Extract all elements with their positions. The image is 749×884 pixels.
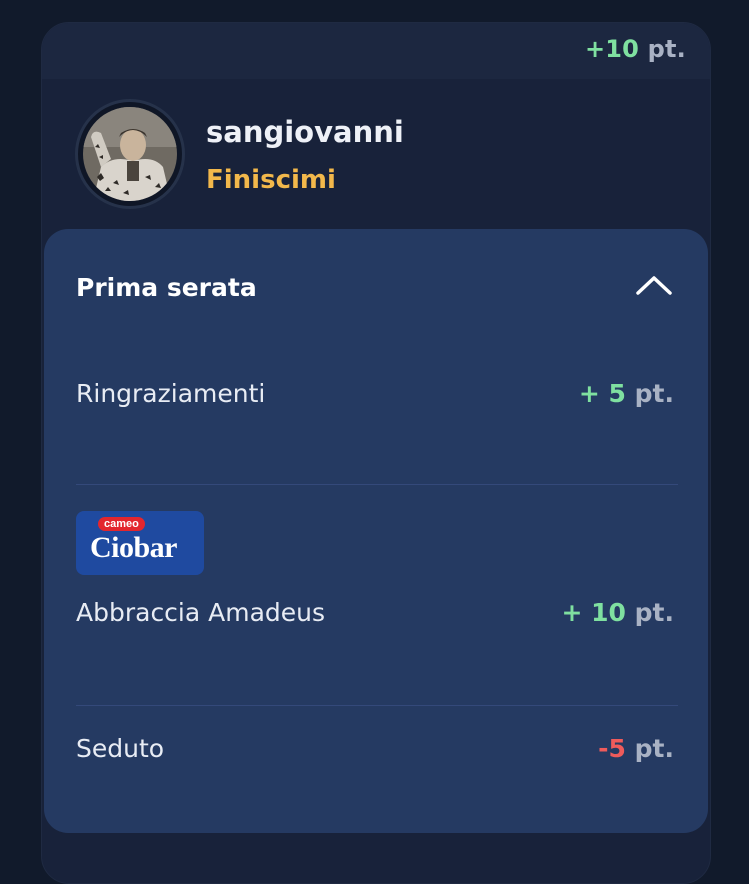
list-item-points: -5 pt.: [598, 734, 674, 763]
points-value: + 10: [561, 598, 626, 627]
avatar[interactable]: [75, 99, 185, 209]
list-item-label: Abbraccia Amadeus: [76, 598, 326, 627]
list-item-label: Ringraziamenti: [76, 379, 266, 408]
divider: [76, 484, 678, 485]
points-unit: pt.: [634, 734, 674, 763]
list-item-label: Seduto: [76, 734, 165, 763]
points-value: -5: [598, 734, 626, 763]
points-value: + 5: [578, 379, 626, 408]
artist-card: +10 pt. sangiovanni Finiscimi Prima sera…: [41, 22, 711, 884]
artist-name: sangiovanni: [206, 115, 404, 149]
sponsor-brand: Ciobar: [90, 531, 178, 564]
total-score: +10 pt.: [585, 35, 686, 63]
section-panel: Prima serata Ringraziamenti + 5 pt. came…: [44, 229, 708, 833]
song-title: Finiscimi: [206, 165, 336, 195]
total-score-value: +10: [584, 35, 640, 63]
total-score-unit: pt.: [647, 35, 686, 63]
divider: [76, 705, 678, 706]
sponsor-top-text: cameo: [98, 517, 145, 531]
points-unit: pt.: [634, 598, 674, 627]
points-unit: pt.: [634, 379, 674, 408]
artist-photo-icon: [83, 107, 177, 201]
list-item-points: + 10 pt.: [561, 598, 674, 627]
list-item-points: + 5 pt.: [579, 379, 674, 408]
chevron-up-icon[interactable]: [634, 273, 674, 297]
sponsor-logo: cameo Ciobar: [76, 511, 204, 575]
section-title: Prima serata: [76, 273, 257, 302]
score-strip: +10 pt.: [42, 23, 710, 79]
